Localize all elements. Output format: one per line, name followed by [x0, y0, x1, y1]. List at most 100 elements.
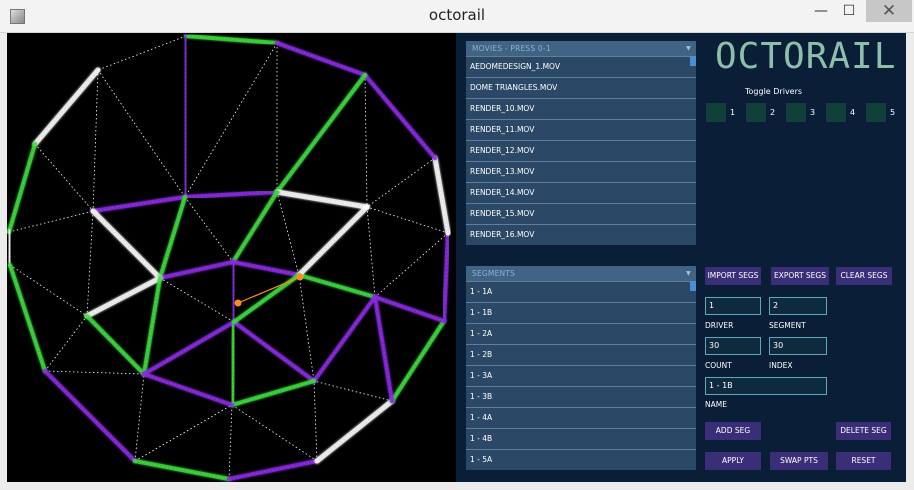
movie-list-item[interactable]: AEDOMEDESIGN_1.MOV: [466, 56, 696, 77]
dome-edge: [9, 264, 88, 317]
add-seg-button[interactable]: ADD SEG: [705, 422, 761, 440]
led-rail-segment[interactable]: [7, 142, 37, 234]
led-rail-segment[interactable]: [142, 372, 234, 407]
movies-list-header[interactable]: MOVIES - PRESS 0-1 ▼: [466, 41, 696, 56]
led-rail-segment[interactable]: [275, 41, 367, 77]
dome-edge: [298, 274, 315, 382]
led-rail-segment[interactable]: [231, 260, 301, 277]
led-rail-segment[interactable]: [231, 260, 236, 324]
dome-edge: [44, 370, 145, 375]
dome-edge: [159, 277, 235, 323]
led-rail-segment[interactable]: [232, 320, 316, 383]
clear-segs-button[interactable]: CLEAR SEGS: [836, 267, 892, 285]
movie-list-item[interactable]: RENDER_13.MOV: [466, 161, 696, 182]
segment-list-item[interactable]: 1 - 3B: [466, 386, 696, 407]
dome-canvas[interactable]: [7, 33, 456, 482]
segment-list-item[interactable]: 1 - 1A: [466, 281, 696, 302]
minimize-button[interactable]: —: [806, 0, 836, 22]
segments-list[interactable]: SEGMENTS ▼ 1 - 1A 1 - 1B 1 - 2A 1 - 2B 1 - 3…: [466, 266, 696, 470]
led-rail-segment[interactable]: [91, 195, 187, 213]
segment-list-item[interactable]: 1 - 2A: [466, 323, 696, 344]
led-rail-segment[interactable]: [230, 320, 236, 407]
led-rail-segment[interactable]: [90, 208, 163, 281]
apply-button[interactable]: APPLY: [705, 452, 761, 470]
led-rail-segment[interactable]: [32, 67, 101, 147]
movies-scrollbar[interactable]: [690, 56, 696, 66]
close-button[interactable]: ✕: [866, 0, 912, 22]
count-field[interactable]: 30: [705, 337, 761, 355]
led-rail-segment[interactable]: [312, 295, 377, 383]
dome-edge: [364, 74, 368, 208]
driver-toggle-2[interactable]: [746, 103, 766, 122]
driver-toggle-number: 5: [890, 108, 896, 117]
movie-list-item[interactable]: RENDER_14.MOV: [466, 182, 696, 203]
segment-list-item[interactable]: 1 - 4B: [466, 428, 696, 449]
movies-list[interactable]: MOVIES - PRESS 0-1 ▼ AEDOMEDESIGN_1.MOV D…: [466, 41, 696, 245]
led-rail-segment[interactable]: [184, 34, 279, 45]
segment-list-item[interactable]: 1 - 5A: [466, 449, 696, 470]
driver-toggle-3[interactable]: [786, 103, 806, 122]
led-rail-segment[interactable]: [314, 398, 395, 464]
movie-list-item[interactable]: RENDER_16.MOV: [466, 224, 696, 245]
led-rail-segment[interactable]: [442, 231, 450, 323]
segments-header-label: SEGMENTS: [472, 269, 516, 278]
swap-pts-button[interactable]: SWAP PTS: [770, 452, 828, 470]
led-rail-segment[interactable]: [275, 73, 367, 194]
driver-field[interactable]: 1: [705, 297, 761, 315]
segment-endpoint-handle[interactable]: [296, 273, 304, 281]
movie-list-item[interactable]: RENDER_10.MOV: [466, 98, 696, 119]
movie-list-item[interactable]: RENDER_12.MOV: [466, 140, 696, 161]
led-rail-segment[interactable]: [296, 204, 370, 278]
segment-list-item[interactable]: 1 - 2B: [466, 344, 696, 365]
maximize-button[interactable]: ☐: [834, 0, 864, 22]
led-rail-segment[interactable]: [133, 459, 231, 481]
driver-toggle-4[interactable]: [826, 103, 846, 122]
index-field[interactable]: 30: [769, 337, 827, 355]
control-panel: MOVIES - PRESS 0-1 ▼ AEDOMEDESIGN_1.MOV D…: [456, 33, 906, 482]
led-rail-segment[interactable]: [230, 379, 316, 407]
led-rail-segment[interactable]: [84, 275, 163, 319]
segments-scrollbar[interactable]: [690, 281, 696, 291]
led-rail-segment[interactable]: [158, 195, 187, 280]
segments-list-header[interactable]: SEGMENTS ▼: [466, 266, 696, 281]
dome-edge: [366, 206, 376, 298]
led-rail-segment[interactable]: [158, 260, 235, 280]
led-rail-segment[interactable]: [7, 229, 13, 268]
window-title: octorail: [428, 6, 486, 24]
name-label: NAME: [705, 400, 727, 409]
led-rail-segment[interactable]: [183, 190, 279, 199]
led-rail-segment[interactable]: [227, 459, 319, 481]
segment-list-item[interactable]: 1 - 3A: [466, 365, 696, 386]
reset-button[interactable]: RESET: [836, 452, 891, 470]
led-rail-segment[interactable]: [373, 295, 394, 403]
led-rail-segment[interactable]: [43, 369, 137, 463]
delete-seg-button[interactable]: DELETE SEG: [836, 422, 891, 440]
led-rail-segment[interactable]: [85, 314, 146, 376]
segment-list-item[interactable]: 1 - 1B: [466, 302, 696, 323]
export-segs-button[interactable]: EXPORT SEGS: [771, 267, 829, 285]
driver-toggle-number: 4: [850, 108, 856, 117]
segment-list-item[interactable]: 1 - 4A: [466, 407, 696, 428]
led-rail-segment[interactable]: [390, 319, 446, 403]
led-rail-segment[interactable]: [274, 189, 370, 210]
segment-endpoint-handle[interactable]: [234, 299, 242, 307]
movie-list-item[interactable]: DOME TRIANGLES.MOV: [466, 77, 696, 98]
led-rail-segment[interactable]: [363, 73, 437, 160]
name-field[interactable]: 1 - 1B: [705, 377, 827, 395]
led-rail-segment[interactable]: [142, 276, 162, 376]
import-segs-button[interactable]: IMPORT SEGS: [705, 267, 761, 285]
led-rail-segment[interactable]: [183, 34, 188, 199]
led-rail-segment[interactable]: [8, 263, 47, 373]
led-rail-segment[interactable]: [142, 320, 236, 376]
led-rail-segment[interactable]: [432, 155, 451, 236]
segment-field[interactable]: 2: [769, 297, 827, 315]
dome-graph[interactable]: [7, 33, 456, 482]
led-rail-segment[interactable]: [231, 190, 279, 264]
driver-toggle-1[interactable]: [706, 103, 726, 122]
driver-toggle-5[interactable]: [866, 103, 886, 122]
movie-list-item[interactable]: RENDER_15.MOV: [466, 203, 696, 224]
movie-list-item[interactable]: RENDER_11.MOV: [466, 119, 696, 140]
dome-edge: [231, 404, 318, 462]
led-rail-segment[interactable]: [297, 273, 377, 299]
led-rail-segment[interactable]: [373, 295, 446, 323]
